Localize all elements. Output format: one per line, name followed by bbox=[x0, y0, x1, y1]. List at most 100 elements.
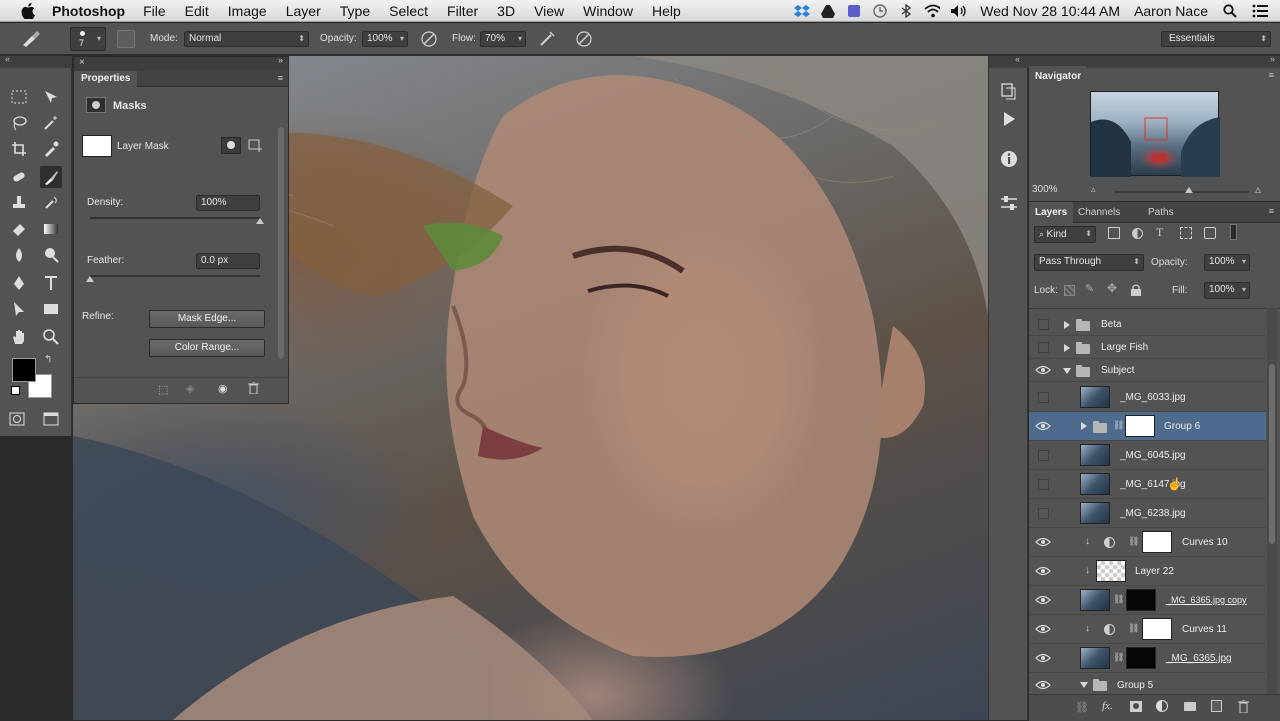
toggle-mask-visibility-icon[interactable]: ◉ bbox=[218, 382, 228, 395]
properties-scroll-thumb[interactable] bbox=[278, 127, 284, 359]
airbrush-icon[interactable] bbox=[538, 30, 556, 48]
volume-icon[interactable] bbox=[950, 4, 966, 18]
navigator-zoom-thumb[interactable] bbox=[1185, 187, 1193, 193]
filter-pixel-icon[interactable] bbox=[1108, 227, 1120, 239]
density-slider-track[interactable] bbox=[90, 217, 260, 219]
visibility-eye-icon[interactable] bbox=[1035, 364, 1051, 376]
visibility-eye-icon[interactable] bbox=[1035, 679, 1051, 691]
tab-paths[interactable]: Paths bbox=[1142, 202, 1180, 223]
layer-row[interactable]: Subject bbox=[1029, 359, 1266, 382]
expand-arrow-icon[interactable] bbox=[1064, 344, 1070, 352]
notification-center-icon[interactable] bbox=[1252, 4, 1268, 18]
density-slider-thumb[interactable] bbox=[256, 218, 264, 224]
panel-menu-icon[interactable]: ≡ bbox=[1269, 70, 1274, 80]
zoom-in-icon[interactable]: ▵ bbox=[1255, 182, 1261, 196]
visibility-eye-icon[interactable] bbox=[1035, 594, 1051, 606]
layer-row[interactable]: _MG_6045.jpg bbox=[1029, 441, 1266, 470]
visibility-toggle-off[interactable] bbox=[1038, 479, 1049, 490]
adjustments-panel-icon[interactable] bbox=[997, 192, 1021, 214]
layer-mask-thumbnail[interactable] bbox=[1126, 647, 1156, 669]
actions-panel-icon[interactable] bbox=[997, 108, 1021, 130]
feather-slider-thumb[interactable] bbox=[86, 276, 94, 282]
collapse-arrows-icon[interactable]: » bbox=[278, 55, 283, 65]
layer-mask-thumbnail[interactable] bbox=[1142, 531, 1172, 553]
filter-adjustment-icon[interactable] bbox=[1132, 228, 1143, 239]
wifi-icon[interactable] bbox=[924, 4, 941, 18]
default-colors-icon[interactable] bbox=[11, 386, 20, 395]
blend-mode-dropdown[interactable]: Pass Through ⬍ bbox=[1034, 254, 1144, 271]
density-input[interactable]: 100% bbox=[196, 195, 260, 211]
layer-mask-thumbnail[interactable] bbox=[82, 135, 112, 157]
clone-stamp-tool-icon[interactable] bbox=[8, 192, 30, 214]
layer-mask-thumbnail[interactable] bbox=[1126, 589, 1156, 611]
layer-row[interactable]: _MG_6238.jpg bbox=[1029, 499, 1266, 528]
menu-layer[interactable]: Layer bbox=[286, 3, 321, 19]
mask-edge-button[interactable]: Mask Edge... bbox=[149, 310, 265, 328]
menu-edit[interactable]: Edit bbox=[185, 3, 209, 19]
layer-row[interactable]: Group 5 bbox=[1029, 673, 1266, 694]
layers-scroll-thumb[interactable] bbox=[1269, 364, 1275, 544]
drive-icon[interactable] bbox=[820, 4, 836, 18]
visibility-eye-icon[interactable] bbox=[1035, 420, 1051, 432]
tab-layers[interactable]: Layers bbox=[1029, 202, 1074, 223]
panel-menu-icon[interactable]: ≡ bbox=[1269, 206, 1274, 216]
blur-tool-icon[interactable] bbox=[8, 244, 30, 266]
tab-properties[interactable]: Properties bbox=[74, 71, 138, 87]
apply-mask-icon[interactable]: ◈ bbox=[186, 382, 194, 395]
mask-link-icon[interactable]: ⛓ bbox=[1113, 420, 1124, 431]
eyedropper-tool-icon[interactable] bbox=[40, 138, 62, 160]
visibility-eye-icon[interactable] bbox=[1035, 565, 1051, 577]
spotlight-search-icon[interactable] bbox=[1222, 4, 1238, 18]
magic-wand-tool-icon[interactable] bbox=[40, 112, 62, 134]
visibility-toggle-off[interactable] bbox=[1038, 319, 1049, 330]
type-tool-icon[interactable] bbox=[40, 272, 62, 294]
layer-row-selected[interactable]: ⛓ Group 6 bbox=[1029, 412, 1266, 441]
collapse-arrows-icon[interactable]: » bbox=[1270, 54, 1275, 64]
layer-row[interactable]: Beta bbox=[1029, 313, 1266, 336]
mask-link-icon[interactable]: ⛓ bbox=[1113, 652, 1124, 663]
move-tool-icon[interactable] bbox=[40, 86, 62, 108]
lock-transparent-icon[interactable] bbox=[1064, 285, 1075, 296]
visibility-eye-icon[interactable] bbox=[1035, 623, 1051, 635]
marquee-tool-icon[interactable] bbox=[8, 86, 30, 108]
layer-mask-thumbnail[interactable] bbox=[1142, 618, 1172, 640]
visibility-toggle-off[interactable] bbox=[1038, 508, 1049, 519]
color-range-button[interactable]: Color Range... bbox=[149, 339, 265, 357]
layers-scrollbar[interactable] bbox=[1267, 308, 1277, 694]
visibility-eye-icon[interactable] bbox=[1035, 536, 1051, 548]
swap-colors-icon[interactable]: ↰ bbox=[44, 354, 52, 365]
menu-view[interactable]: View bbox=[534, 3, 564, 19]
brush-tool-preset-icon[interactable] bbox=[20, 30, 42, 48]
visibility-toggle-off[interactable] bbox=[1038, 450, 1049, 461]
new-group-icon[interactable] bbox=[1184, 702, 1196, 711]
lasso-tool-icon[interactable] bbox=[8, 112, 30, 134]
navigator-zoom-slider[interactable] bbox=[1115, 191, 1249, 193]
history-panel-icon[interactable] bbox=[997, 80, 1021, 102]
new-layer-icon[interactable] bbox=[1211, 700, 1222, 712]
layer-row[interactable]: ⛓ _MG_6365.jpg copy bbox=[1029, 586, 1266, 615]
flow-input[interactable]: 70% ▾ bbox=[480, 31, 526, 47]
pressure-size-icon[interactable] bbox=[575, 30, 593, 48]
menu-filter[interactable]: Filter bbox=[447, 3, 478, 19]
expand-arrow-icon[interactable] bbox=[1081, 422, 1087, 430]
layer-style-fx-icon[interactable]: fx. bbox=[1102, 700, 1113, 712]
history-brush-tool-icon[interactable] bbox=[40, 192, 62, 214]
layer-row[interactable]: ⛓ _MG_6365.jpg bbox=[1029, 644, 1266, 673]
mode-dropdown[interactable]: Normal ⬍ bbox=[184, 31, 309, 47]
mask-link-icon[interactable]: ⛓ bbox=[1128, 536, 1139, 547]
collapse-arrow-icon[interactable] bbox=[1080, 682, 1088, 688]
brush-panel-toggle-icon[interactable] bbox=[117, 30, 135, 48]
time-machine-icon[interactable] bbox=[872, 4, 888, 18]
opacity-input[interactable]: 100% ▾ bbox=[362, 31, 408, 47]
brush-tool-icon[interactable] bbox=[40, 166, 62, 188]
feather-slider-track[interactable] bbox=[90, 275, 260, 277]
visibility-toggle-off[interactable] bbox=[1038, 342, 1049, 353]
collapse-arrows-icon[interactable]: « bbox=[5, 54, 10, 64]
zoom-out-icon[interactable]: ▵ bbox=[1091, 184, 1096, 195]
menu-type[interactable]: Type bbox=[340, 3, 370, 19]
layer-row[interactable]: ↓ Layer 22 bbox=[1029, 557, 1266, 586]
menu-window[interactable]: Window bbox=[583, 3, 633, 19]
filter-type-icon[interactable]: T bbox=[1156, 225, 1163, 240]
filter-shape-icon[interactable] bbox=[1180, 227, 1192, 239]
navigator-zoom-value[interactable]: 300% bbox=[1032, 184, 1058, 195]
